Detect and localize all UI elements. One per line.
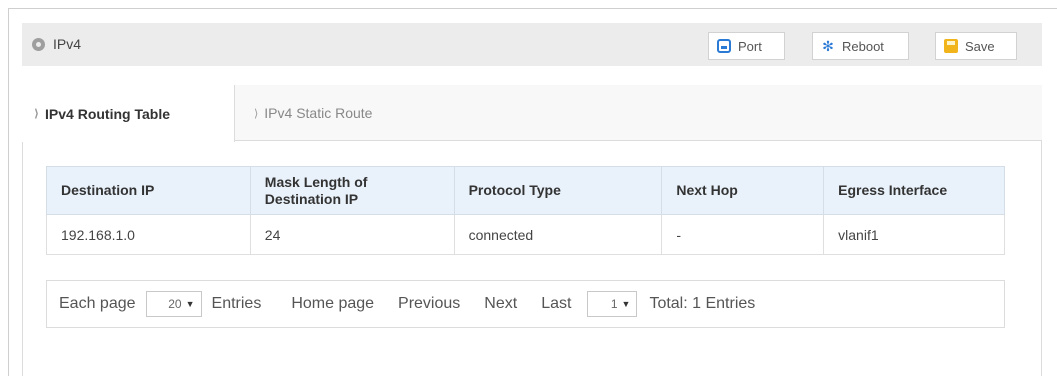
tab-label: IPv4 Static Route xyxy=(264,105,373,121)
table-cell: connected xyxy=(453,214,663,255)
reboot-button-label: Reboot xyxy=(842,38,884,54)
table-header-row: Destination IP Mask Length of Destinatio… xyxy=(46,166,1005,215)
last-link[interactable]: Last xyxy=(541,295,571,313)
save-icon xyxy=(944,39,958,53)
each-page-label: Each page xyxy=(59,295,136,312)
port-icon xyxy=(717,39,731,53)
location-icon xyxy=(32,38,45,51)
column-header-egress-interface[interactable]: Egress Interface xyxy=(823,166,1005,215)
table-row[interactable]: 192.168.1.0 24 connected - vlanif1 xyxy=(46,214,1005,255)
table-cell: 192.168.1.0 xyxy=(46,214,251,255)
tab-ipv4-routing-table[interactable]: ⟩ IPv4 Routing Table xyxy=(22,85,235,142)
table-cell: - xyxy=(661,214,825,255)
previous-link[interactable]: Previous xyxy=(398,295,460,313)
table-cell: 24 xyxy=(249,214,455,255)
table-cell: vlanif1 xyxy=(823,214,1005,255)
next-link[interactable]: Next xyxy=(484,295,517,313)
chevron-right-icon: ⟩ xyxy=(254,107,259,120)
column-header-next-hop[interactable]: Next Hop xyxy=(661,166,825,215)
chevron-right-icon: ⟩ xyxy=(34,108,40,120)
dropdown-arrow-icon: ▼ xyxy=(621,299,631,309)
pagination-bar: Each page 20 ▼ Entries Home page Previou… xyxy=(46,280,1005,328)
entries-label: Entries xyxy=(211,295,262,312)
page-title: IPv4 xyxy=(53,36,82,52)
page-size-value: 20 xyxy=(168,297,182,311)
port-button[interactable]: Port xyxy=(708,32,785,60)
page-size-select[interactable]: 20 ▼ xyxy=(145,291,202,317)
save-button-label: Save xyxy=(965,38,995,54)
tab-bar: ⟩ IPv4 Routing Table ⟩ IPv4 Static Route xyxy=(22,85,1042,142)
tab-label: IPv4 Routing Table xyxy=(45,105,171,122)
home-page-link[interactable]: Home page xyxy=(291,295,374,313)
page-number-select[interactable]: 1 ▼ xyxy=(587,291,638,317)
port-button-label: Port xyxy=(738,38,762,54)
current-page-value: 1 xyxy=(610,297,618,311)
reboot-button[interactable]: ✻ Reboot xyxy=(812,32,909,60)
routing-table: Destination IP Mask Length of Destinatio… xyxy=(46,166,1005,255)
save-button[interactable]: Save xyxy=(935,32,1017,60)
reboot-icon: ✻ xyxy=(822,38,834,54)
total-entries: Total: 1 Entries xyxy=(649,295,756,312)
dropdown-arrow-icon: ▼ xyxy=(185,299,195,309)
column-header-protocol-type[interactable]: Protocol Type xyxy=(453,166,663,215)
column-header-mask-length[interactable]: Mask Length of Destination IP xyxy=(249,166,455,215)
column-header-destination-ip[interactable]: Destination IP xyxy=(46,166,251,215)
tab-ipv4-static-route[interactable]: ⟩ IPv4 Static Route xyxy=(254,85,372,141)
